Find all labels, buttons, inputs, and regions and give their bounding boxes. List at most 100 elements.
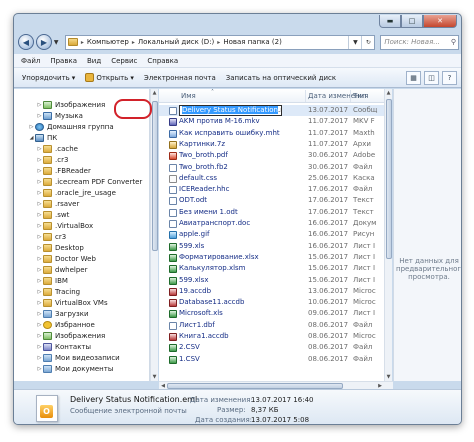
file-row[interactable]: 599.xlsx 15.06.2017 Лист I	[159, 275, 384, 286]
back-arrow-icon[interactable]: ◀	[18, 34, 34, 50]
help-icon[interactable]: ?	[442, 70, 457, 85]
expand-arrow-icon[interactable]: ▷	[36, 201, 43, 207]
expand-arrow-icon[interactable]: ▷	[36, 256, 43, 262]
preview-pane-icon[interactable]: ◫	[424, 70, 439, 85]
nav-item[interactable]: ◢ ПК	[28, 132, 57, 143]
file-row[interactable]: Лист1.dbf 08.06.2017 Файл	[159, 320, 384, 331]
menu-view[interactable]: Вид	[85, 57, 103, 65]
chevron-right-icon[interactable]: ▸	[132, 39, 135, 46]
nav-item[interactable]: ▷ cr3	[36, 231, 66, 242]
file-row[interactable]: ODT.odt 17.06.2017 Текст	[159, 195, 384, 206]
breadcrumb-computer[interactable]: Компьютер	[87, 38, 129, 46]
expand-arrow-icon[interactable]: ▷	[36, 113, 43, 119]
nav-item[interactable]: ▷ Doctor Web	[36, 253, 96, 264]
expand-arrow-icon[interactable]: ▷	[36, 267, 43, 273]
expand-arrow-icon[interactable]: ▷	[36, 245, 43, 251]
nav-item[interactable]: ▷ VirtualBox VMs	[36, 297, 108, 308]
organize-button[interactable]: Упорядочить ▾	[22, 74, 75, 82]
nav-item[interactable]: ▷ Tracing	[36, 286, 80, 297]
expand-arrow-icon[interactable]: ▷	[36, 102, 43, 108]
menu-edit[interactable]: Правка	[48, 57, 79, 65]
refresh-icon[interactable]: ↻	[361, 35, 374, 49]
nav-item[interactable]: ▷ .cr3	[36, 154, 68, 165]
chevron-right-icon[interactable]: ▸	[81, 39, 84, 46]
nav-item[interactable]: ▷ IBM	[36, 275, 68, 286]
expand-arrow-icon[interactable]: ▷	[36, 234, 43, 240]
nav-item[interactable]: ▷ .oracle_jre_usage	[36, 187, 116, 198]
maximize-icon[interactable]: □	[401, 15, 423, 28]
column-name-header[interactable]: Имя	[181, 92, 196, 100]
menu-tools[interactable]: Сервис	[109, 57, 139, 65]
nav-item[interactable]: ▷ Загрузки	[36, 308, 89, 319]
navigation-scrollbar[interactable]: ▲ ▼	[150, 89, 158, 381]
expand-arrow-icon[interactable]: ▷	[36, 212, 43, 218]
nav-item[interactable]: ▷ .VirtualBox	[36, 220, 93, 231]
expand-arrow-icon[interactable]: ▷	[36, 344, 43, 350]
expand-arrow-icon[interactable]: ▷	[36, 366, 43, 372]
file-row[interactable]: Microsoft.xls 09.06.2017 Лист I	[159, 308, 384, 319]
file-row[interactable]: Как исправить ошибку.mht 11.07.2017 Maxth	[159, 128, 384, 139]
file-row[interactable]: Two_broth.fb2 30.06.2017 Файл	[159, 162, 384, 173]
breadcrumb-drive-d[interactable]: Локальный диск (D:)	[138, 38, 214, 46]
expand-arrow-icon[interactable]: ▷	[36, 223, 43, 229]
file-row[interactable]: Two_broth.pdf 30.06.2017 Adobe	[159, 150, 384, 161]
scroll-thumb[interactable]	[386, 99, 392, 259]
rename-input[interactable]: Delivery Status Notification.mht	[179, 105, 282, 116]
scroll-down-icon[interactable]: ▼	[151, 373, 158, 381]
address-history-chevron-icon[interactable]: ▼	[348, 35, 361, 49]
file-row[interactable]: Delivery Status Notification.mht 13.07.20…	[159, 105, 384, 116]
nav-item[interactable]: ▷ Мои видеозаписи	[36, 352, 120, 363]
search-input[interactable]: Поиск: Новая... ⚲	[380, 34, 460, 50]
expand-arrow-icon[interactable]: ▷	[36, 190, 43, 196]
expand-arrow-icon[interactable]: ▷	[36, 179, 43, 185]
nav-item[interactable]: ▷ .FBReader	[36, 165, 91, 176]
scroll-down-icon[interactable]: ▼	[385, 373, 392, 381]
expand-arrow-icon[interactable]: ▷	[36, 168, 43, 174]
nav-item[interactable]: ▷ Музыка	[36, 110, 83, 121]
nav-item[interactable]: ▷ Изображения	[36, 330, 105, 341]
file-row[interactable]: 19.accdb 13.06.2017 Microc	[159, 286, 384, 297]
chevron-right-icon[interactable]: ▸	[217, 39, 220, 46]
expand-arrow-icon[interactable]: ▷	[36, 289, 43, 295]
scroll-up-icon[interactable]: ▲	[385, 89, 392, 97]
expand-arrow-icon[interactable]: ▷	[36, 300, 43, 306]
nav-item[interactable]: ▷ dwhelper	[36, 264, 87, 275]
column-type-header[interactable]: Тип	[353, 92, 366, 100]
expand-arrow-icon[interactable]: ◢	[28, 135, 35, 141]
menu-file[interactable]: Файл	[19, 57, 42, 65]
close-icon[interactable]: ✕	[423, 15, 457, 28]
file-row[interactable]: Калькулятор.xlsm 15.06.2017 Лист I	[159, 263, 384, 274]
nav-item[interactable]: ▷ .cache	[36, 143, 78, 154]
search-icon[interactable]: ⚲	[451, 38, 456, 46]
expand-arrow-icon[interactable]: ▷	[36, 322, 43, 328]
forward-arrow-icon[interactable]: ▶	[35, 34, 52, 50]
open-button[interactable]: Открыть ▾	[85, 73, 134, 82]
minimize-icon[interactable]: ▬	[379, 15, 401, 28]
file-row[interactable]: 599.xls 16.06.2017 Лист I	[159, 241, 384, 252]
title-bar[interactable]: ▬ □ ✕	[14, 14, 461, 32]
scroll-thumb[interactable]	[152, 101, 158, 251]
expand-arrow-icon[interactable]: ▷	[36, 278, 43, 284]
nav-item[interactable]: ▷ Контакты	[36, 341, 91, 352]
expand-arrow-icon[interactable]: ▷	[28, 124, 35, 130]
nav-item[interactable]: ▷ .swt	[36, 209, 69, 220]
file-row[interactable]: Авиатранспорт.doc 16.06.2017 Докум	[159, 218, 384, 229]
file-row[interactable]: default.css 25.06.2017 Кaска	[159, 173, 384, 184]
expand-arrow-icon[interactable]: ▷	[36, 355, 43, 361]
expand-arrow-icon[interactable]: ▷	[36, 146, 43, 152]
file-row[interactable]: Database11.accdb 10.06.2017 Microc	[159, 297, 384, 308]
email-button[interactable]: Электронная почта	[144, 74, 216, 82]
file-row[interactable]: Без имени 1.odt 17.06.2017 Текст	[159, 207, 384, 218]
nav-item[interactable]: ▷ Избранное	[36, 319, 95, 330]
nav-item[interactable]: ▷ Домашняя группа	[28, 121, 114, 132]
file-row[interactable]: AKM против M-16.mkv 11.07.2017 MKV F	[159, 116, 384, 127]
nav-item[interactable]: ▷ Изображения	[36, 99, 105, 110]
recent-pages-chevron-icon[interactable]: ▼	[54, 39, 62, 46]
expand-arrow-icon[interactable]: ▷	[36, 311, 43, 317]
nav-item[interactable]: ▷ .icecream PDF Converter	[36, 176, 142, 187]
expand-arrow-icon[interactable]: ▷	[36, 333, 43, 339]
expand-arrow-icon[interactable]: ▷	[36, 157, 43, 163]
burn-button[interactable]: Записать на оптический диск	[226, 74, 336, 82]
file-row[interactable]: ICEReader.hhc 17.06.2017 Файл	[159, 184, 384, 195]
file-row[interactable]: Книга1.accdb 08.06.2017 Microc	[159, 331, 384, 342]
